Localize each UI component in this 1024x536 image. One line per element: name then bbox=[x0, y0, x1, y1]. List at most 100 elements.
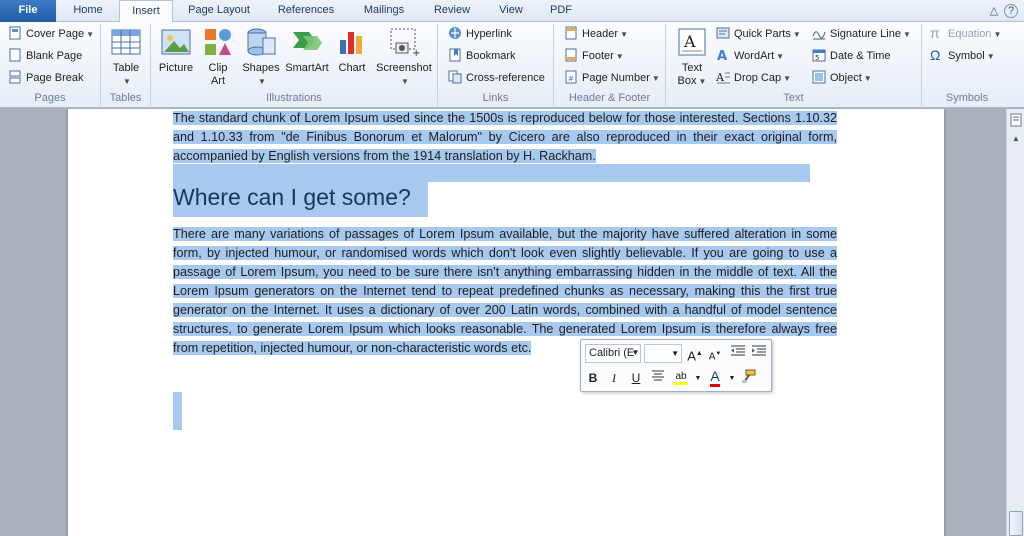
tab-file[interactable]: File bbox=[0, 0, 56, 22]
quick-parts-icon bbox=[716, 26, 730, 40]
tab-review[interactable]: Review bbox=[424, 0, 480, 22]
cover-page-icon bbox=[8, 26, 22, 40]
italic-button[interactable]: I bbox=[604, 369, 624, 388]
screenshot-button[interactable]: + Screenshot ▼ bbox=[373, 26, 435, 88]
minimize-ribbon-icon[interactable]: △ bbox=[986, 3, 1002, 19]
font-size-box[interactable]: ▼ bbox=[644, 344, 682, 363]
group-label-pages: Pages bbox=[34, 92, 66, 104]
vertical-scrollbar[interactable]: ▲ bbox=[1006, 109, 1024, 536]
group-label-links: Links bbox=[482, 92, 509, 104]
drop-cap-button[interactable]: A Drop Cap ▼ bbox=[715, 68, 791, 88]
bold-button[interactable]: B bbox=[583, 369, 603, 388]
object-icon bbox=[812, 70, 826, 84]
equation-button[interactable]: π Equation ▼ bbox=[930, 24, 1001, 44]
header-button[interactable]: Header ▼ bbox=[564, 24, 628, 44]
scroll-up-icon[interactable]: ▲ bbox=[1008, 131, 1024, 147]
tab-references[interactable]: References bbox=[268, 0, 344, 22]
blank-page-button[interactable]: Blank Page bbox=[8, 46, 82, 66]
scrollbar-thumb[interactable] bbox=[1009, 511, 1023, 536]
chevron-down-icon: ▼ bbox=[86, 30, 95, 39]
selection-highlight-tail bbox=[173, 392, 182, 430]
table-icon bbox=[110, 26, 142, 58]
pi-icon: π bbox=[930, 25, 940, 42]
wordart-icon: A bbox=[716, 48, 730, 64]
grow-font-button[interactable]: A▲ bbox=[685, 344, 705, 363]
tab-page-layout[interactable]: Page Layout bbox=[178, 0, 260, 22]
ruler-toggle-icon[interactable] bbox=[1008, 113, 1024, 129]
svg-text:A: A bbox=[683, 32, 696, 51]
heading-where-can-i-get-some[interactable]: Where can I get some? bbox=[173, 177, 428, 217]
tab-insert[interactable]: Insert bbox=[119, 0, 173, 23]
picture-icon bbox=[160, 26, 192, 58]
quick-parts-button[interactable]: Quick Parts ▼ bbox=[716, 24, 801, 44]
tab-view[interactable]: View bbox=[488, 0, 534, 22]
shapes-button[interactable]: Shapes ▼ bbox=[240, 26, 282, 88]
cover-page-button[interactable]: Cover Page ▼ bbox=[8, 24, 94, 44]
bookmark-icon bbox=[448, 48, 462, 62]
date-time-button[interactable]: 5 Date & Time bbox=[812, 46, 891, 66]
decrease-indent-icon[interactable] bbox=[728, 344, 748, 363]
clip-art-button[interactable]: Clip Art bbox=[201, 26, 235, 88]
omega-icon: Ω bbox=[930, 47, 941, 64]
picture-button[interactable]: Picture bbox=[157, 26, 195, 75]
help-icon[interactable]: ? bbox=[1004, 4, 1018, 18]
ribbon: Cover Page ▼ Blank Page Page Break Pages … bbox=[0, 22, 1024, 108]
smartart-button[interactable]: SmartArt bbox=[284, 26, 330, 75]
chevron-down-icon: ▼ bbox=[986, 52, 995, 61]
document-page[interactable]: The standard chunk of Lorem Ipsum used s… bbox=[68, 109, 944, 536]
clip-art-icon bbox=[202, 26, 234, 58]
wordart-button[interactable]: A WordArt ▼ bbox=[716, 46, 784, 66]
footer-icon bbox=[564, 48, 578, 62]
hyperlink-button[interactable]: Hyperlink bbox=[448, 24, 512, 44]
increase-indent-icon[interactable] bbox=[749, 344, 769, 363]
format-painter-icon[interactable] bbox=[738, 369, 758, 388]
footer-button[interactable]: Footer ▼ bbox=[564, 46, 624, 66]
tab-mailings[interactable]: Mailings bbox=[352, 0, 416, 22]
page-break-icon bbox=[8, 70, 22, 84]
document-area[interactable]: The standard chunk of Lorem Ipsum used s… bbox=[0, 109, 1006, 536]
signature-line-icon bbox=[812, 26, 826, 40]
group-label-header-footer: Header & Footer bbox=[568, 92, 651, 104]
signature-line-button[interactable]: Signature Line ▼ bbox=[812, 24, 911, 44]
paragraph-1[interactable]: The standard chunk of Lorem Ipsum used s… bbox=[173, 109, 837, 166]
underline-button[interactable]: U bbox=[626, 369, 646, 388]
page-number-button[interactable]: # Page Number ▼ bbox=[564, 68, 660, 88]
center-align-icon[interactable] bbox=[648, 369, 668, 388]
page-break-button[interactable]: Page Break bbox=[8, 68, 83, 88]
tab-pdf[interactable]: PDF bbox=[540, 0, 582, 22]
chevron-down-icon: ▼ bbox=[401, 77, 409, 86]
svg-text:A: A bbox=[717, 49, 727, 62]
chevron-down-icon: ▼ bbox=[792, 30, 801, 39]
group-label-symbols: Symbols bbox=[945, 92, 989, 104]
font-dropdown-chevron-icon[interactable]: ▼ bbox=[629, 344, 642, 363]
chevron-down-icon: ▼ bbox=[671, 349, 679, 358]
chevron-down-icon: ▼ bbox=[620, 30, 628, 39]
object-button[interactable]: Object ▼ bbox=[812, 68, 872, 88]
text-box-icon: A bbox=[676, 26, 708, 58]
chevron-down-icon: ▼ bbox=[123, 77, 131, 86]
group-header-footer: Header ▼ Footer ▼ # Page Number ▼ Header & F… bbox=[554, 24, 666, 106]
svg-text:+: + bbox=[412, 48, 420, 58]
svg-text:A: A bbox=[716, 71, 725, 84]
chevron-down-icon: ▼ bbox=[615, 52, 624, 61]
chevron-down-icon: ▼ bbox=[993, 30, 1002, 39]
cross-reference-icon bbox=[448, 70, 462, 84]
group-symbols: π Equation ▼ Ω Symbol ▼ Symbols bbox=[922, 24, 1012, 106]
shrink-font-button[interactable]: A▼ bbox=[705, 345, 725, 364]
page-number-icon: # bbox=[564, 70, 578, 84]
tab-home[interactable]: Home bbox=[64, 0, 112, 22]
symbol-button[interactable]: Ω Symbol ▼ bbox=[930, 46, 995, 66]
group-label-text: Text bbox=[783, 92, 804, 104]
bookmark-button[interactable]: Bookmark bbox=[448, 46, 516, 66]
shapes-icon bbox=[245, 26, 277, 58]
group-illustrations: Picture Clip Art Shapes ▼ SmartArt Chart… bbox=[151, 24, 438, 106]
chevron-down-icon: ▼ bbox=[783, 74, 791, 83]
chart-button[interactable]: Chart bbox=[335, 26, 369, 75]
blank-page-icon bbox=[8, 48, 22, 62]
cross-reference-button[interactable]: Cross-reference bbox=[448, 68, 545, 88]
table-button[interactable]: Table ▼ bbox=[109, 26, 143, 88]
svg-text:#: # bbox=[568, 75, 574, 83]
text-box-button[interactable]: A Text Box ▼ bbox=[672, 26, 712, 88]
ribbon-tab-bar: File Home Insert Page Layout References … bbox=[0, 0, 1024, 23]
header-icon bbox=[564, 26, 578, 40]
